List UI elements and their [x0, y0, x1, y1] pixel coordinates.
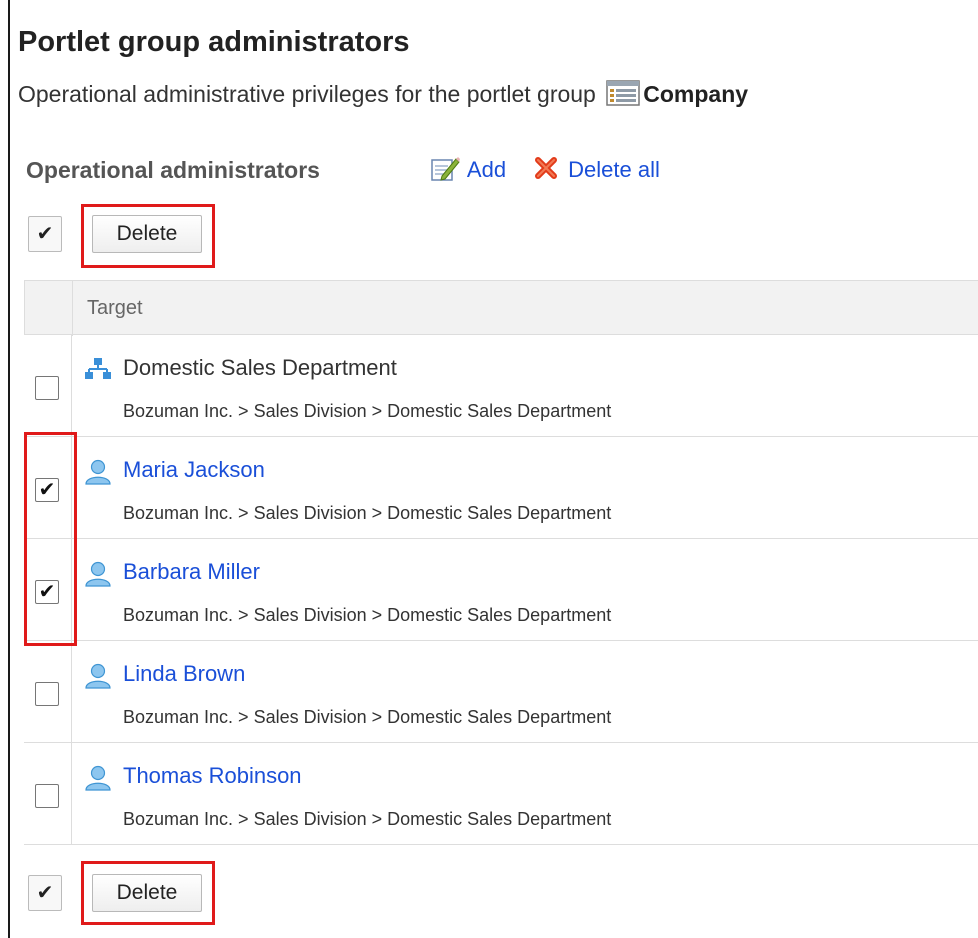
administrators-table: Target Domestic Sales Department Bozuman… [24, 280, 978, 845]
row-path: Bozuman Inc. > Sales Division > Domestic… [123, 503, 612, 523]
column-header-target: Target [87, 297, 143, 319]
row-path: Bozuman Inc. > Sales Division > Domestic… [123, 707, 612, 727]
row-name-link[interactable]: Thomas Robinson [123, 763, 302, 789]
delete-all-link[interactable]: Delete all [534, 156, 660, 183]
delete-button-bottom[interactable]: Delete [92, 874, 202, 912]
edit-icon [430, 157, 467, 182]
column-divider [71, 641, 72, 742]
column-divider [71, 743, 72, 844]
description: Operational administrative privileges fo… [18, 80, 748, 112]
row-name-link[interactable]: Maria Jackson [123, 457, 265, 483]
table-header: Target [24, 280, 978, 336]
row-path: Bozuman Inc. > Sales Division > Domestic… [123, 809, 612, 829]
user-icon [84, 765, 112, 796]
add-link[interactable]: Add [430, 156, 506, 183]
add-label: Add [466, 157, 507, 182]
row-path: Bozuman Inc. > Sales Division > Domestic… [123, 401, 612, 421]
column-divider [71, 539, 72, 640]
delete-button-top[interactable]: Delete [92, 215, 202, 253]
user-icon [84, 459, 112, 490]
table-row: ✔ Maria Jackson Bozuman Inc. > Sales Div… [24, 437, 978, 539]
row-checkbox[interactable] [35, 376, 59, 400]
row-checkbox[interactable]: ✔ [35, 580, 59, 604]
portlet-group-icon [606, 80, 640, 112]
section-title: Operational administrators [26, 157, 320, 183]
table-row: ✔ Barbara Miller Bozuman Inc. > Sales Di… [24, 539, 978, 641]
user-icon [84, 561, 112, 592]
delete-all-label: Delete all [568, 157, 660, 182]
window-frame [8, 0, 10, 938]
row-name-link[interactable]: Barbara Miller [123, 559, 260, 585]
org-chart-icon [84, 357, 112, 386]
portlet-group-name[interactable]: Company [643, 81, 748, 107]
row-checkbox[interactable] [35, 682, 59, 706]
column-divider [71, 335, 72, 436]
column-divider [72, 281, 73, 336]
row-name: Domestic Sales Department [123, 355, 397, 380]
user-icon [84, 663, 112, 694]
description-text: Operational administrative privileges fo… [18, 81, 596, 107]
page-title: Portlet group administrators [18, 26, 410, 58]
check-all-button-bottom[interactable]: ✔ [28, 875, 62, 911]
red-x-icon [534, 157, 568, 182]
row-checkbox[interactable]: ✔ [35, 478, 59, 502]
row-checkbox[interactable] [35, 784, 59, 808]
row-name-link[interactable]: Linda Brown [123, 661, 245, 687]
table-row: Linda Brown Bozuman Inc. > Sales Divisio… [24, 641, 978, 743]
table-row: Domestic Sales Department Bozuman Inc. >… [24, 335, 978, 437]
column-divider [71, 437, 72, 538]
row-path: Bozuman Inc. > Sales Division > Domestic… [123, 605, 612, 625]
check-all-button-top[interactable]: ✔ [28, 216, 62, 252]
table-row: Thomas Robinson Bozuman Inc. > Sales Div… [24, 743, 978, 845]
